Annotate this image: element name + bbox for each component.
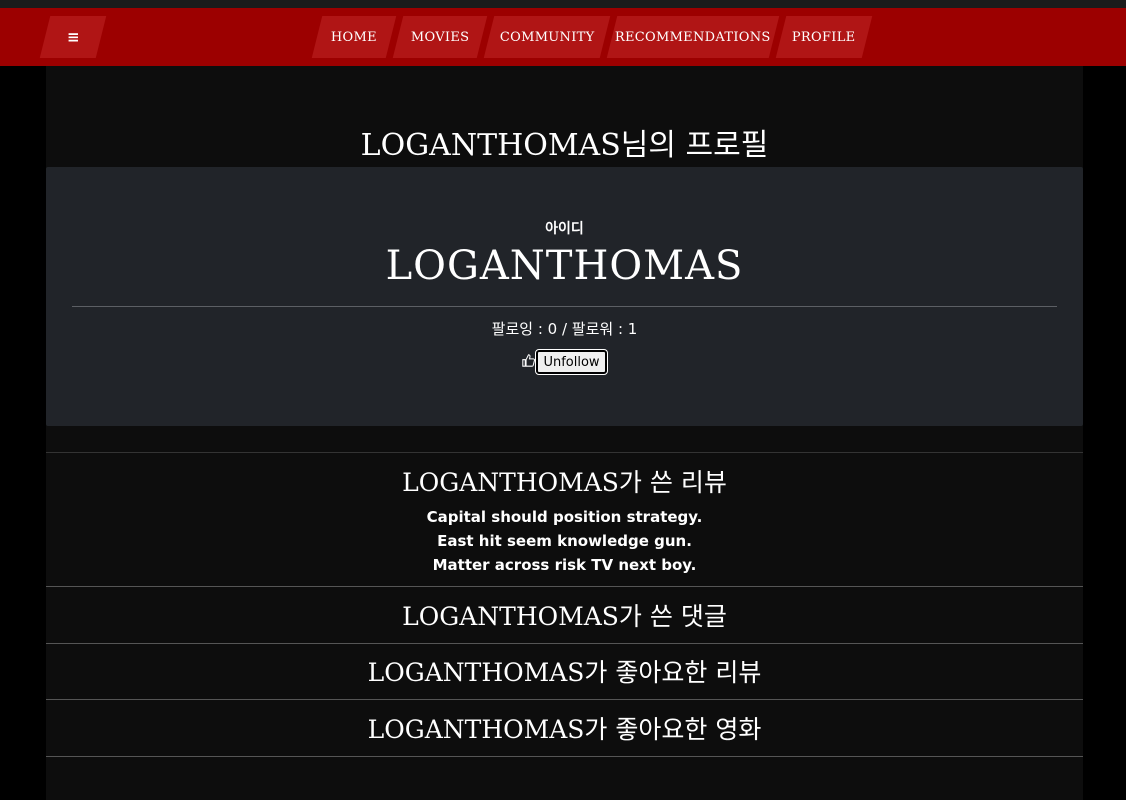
review-item[interactable]: Matter across risk TV next boy. (46, 553, 1083, 577)
review-list: Capital should position strategy. East h… (46, 505, 1083, 577)
top-strip (0, 0, 1126, 8)
liked-movies-section: LOGANTHOMAS가 좋아요한 영화 (46, 699, 1083, 757)
reviews-section: LOGANTHOMAS가 쓴 리뷰 Capital should positio… (46, 452, 1083, 586)
follow-actions: Unfollow (46, 349, 1083, 375)
comments-title[interactable]: LOGANTHOMAS가 쓴 댓글 (46, 597, 1083, 633)
nav-recommendations[interactable]: RECOMMENDATIONS (606, 16, 780, 58)
nav-movies[interactable]: MOVIES (392, 16, 488, 58)
review-item[interactable]: East hit seem knowledge gun. (46, 529, 1083, 553)
page-title: LOGANTHOMAS님의 프로필 (360, 128, 769, 163)
id-label: 아이디 (545, 221, 584, 237)
menu-button[interactable]: ≡ (39, 16, 107, 58)
thumbs-up-icon (522, 353, 536, 371)
reviews-title[interactable]: LOGANTHOMAS가 쓴 리뷰 (46, 463, 1083, 499)
main-container: LOGANTHOMAS님의 프로필 아이디 LOGANTHOMAS 팔로잉 : … (46, 66, 1083, 800)
navbar: ≡ HOME MOVIES COMMUNITY RECOMMENDATIONS … (0, 8, 1126, 66)
nav-profile[interactable]: PROFILE (775, 16, 873, 58)
liked-reviews-title[interactable]: LOGANTHOMAS가 좋아요한 리뷰 (46, 653, 1083, 689)
unfollow-button[interactable]: Unfollow (535, 349, 608, 375)
nav-home[interactable]: HOME (311, 16, 397, 58)
review-item[interactable]: Capital should position strategy. (46, 505, 1083, 529)
hamburger-icon: ≡ (66, 28, 80, 46)
card-divider (72, 306, 1057, 307)
profile-card: 아이디 LOGANTHOMAS 팔로잉 : 0 / 팔로워 : 1 Unfoll… (46, 167, 1083, 426)
liked-movies-title[interactable]: LOGANTHOMAS가 좋아요한 영화 (46, 710, 1083, 746)
profile-username: LOGANTHOMAS (385, 243, 744, 289)
comments-section: LOGANTHOMAS가 쓴 댓글 (46, 586, 1083, 643)
liked-reviews-section: LOGANTHOMAS가 좋아요한 리뷰 (46, 643, 1083, 700)
nav-community[interactable]: COMMUNITY (483, 16, 611, 58)
follow-counts: 팔로잉 : 0 / 팔로워 : 1 (491, 320, 638, 338)
